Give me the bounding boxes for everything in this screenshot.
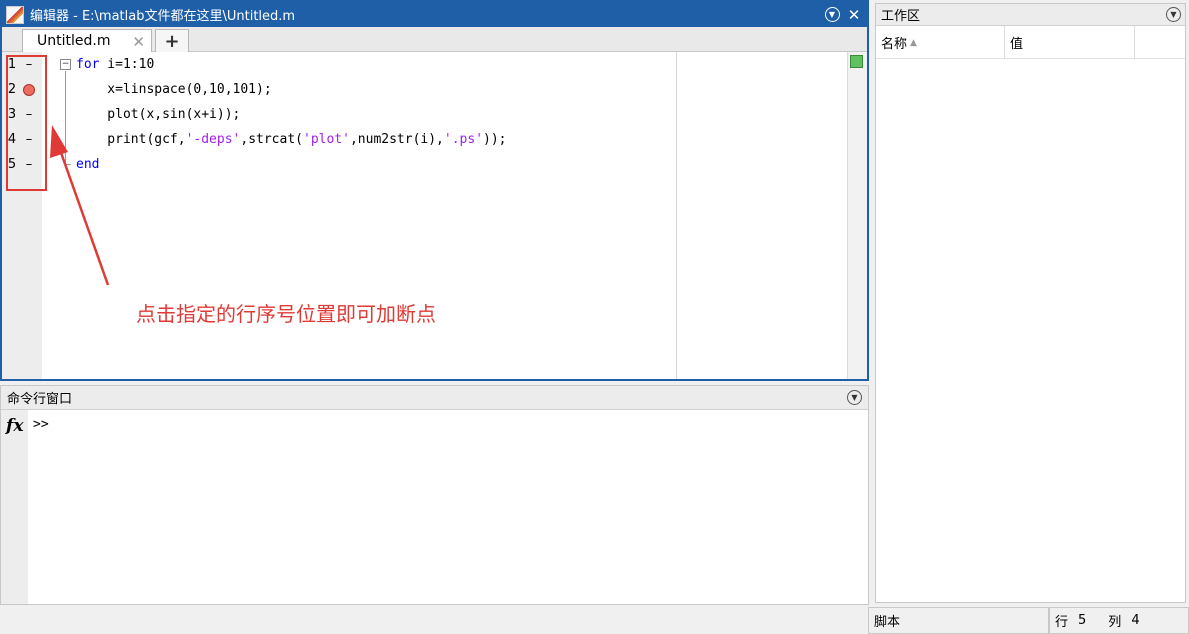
string-literal: 'plot' xyxy=(303,132,350,147)
fx-icon[interactable]: fx xyxy=(6,416,23,436)
editor-tab-bar: Untitled.m ✕ + xyxy=(2,27,867,52)
close-icon[interactable]: ✕ xyxy=(845,6,863,24)
workspace-title: 工作区 xyxy=(881,9,921,24)
add-tab-icon[interactable]: + xyxy=(155,29,189,52)
sort-ascending-icon: ▲ xyxy=(910,37,917,48)
code-text: ,strcat( xyxy=(240,132,303,147)
editor-title: 编辑器 - E:\matlab文件都在这里\Untitled.m xyxy=(30,9,296,24)
editor-title-bar: 编辑器 - E:\matlab文件都在这里\Untitled.m ▼ ✕ xyxy=(2,2,867,27)
code-text: ,num2str(i), xyxy=(349,132,444,147)
command-window-title-bar: 命令行窗口 ▼ xyxy=(1,386,868,410)
status-bar: 脚本 行 5 列 4 xyxy=(868,607,1189,634)
command-prompt[interactable]: >> xyxy=(33,417,49,432)
editor-panel: 编辑器 - E:\matlab文件都在这里\Untitled.m ▼ ✕ Unt… xyxy=(0,0,869,381)
editor-scrollbar[interactable] xyxy=(847,52,867,379)
column-label: 值 xyxy=(1010,37,1024,52)
column-header-extra[interactable] xyxy=(1135,26,1185,59)
command-gutter: fx xyxy=(1,410,28,604)
matlab-editor-icon xyxy=(6,5,24,24)
cursor-position-status: 行 5 列 4 xyxy=(1049,607,1189,634)
tab-close-icon[interactable]: ✕ xyxy=(132,33,145,51)
annotation-text: 点击指定的行序号位置即可加断点 xyxy=(136,302,436,326)
matlab-window: 编辑器 - E:\matlab文件都在这里\Untitled.m ▼ ✕ Unt… xyxy=(0,0,1189,634)
command-window-title: 命令行窗口 xyxy=(7,392,73,407)
column-header-name[interactable]: 名称 ▲ xyxy=(876,26,1005,59)
row-value: 5 xyxy=(1078,613,1087,628)
string-literal: '.ps' xyxy=(443,132,484,147)
right-margin-line xyxy=(676,52,677,379)
row-label: 行 xyxy=(1055,615,1069,630)
col-value: 4 xyxy=(1131,613,1140,628)
code-area[interactable]: 1 – 2 3 – 4 – 5 – − for i=1:10 x=linspac… xyxy=(2,52,867,379)
tab-label: Untitled.m xyxy=(37,33,111,49)
string-literal: '-deps' xyxy=(185,132,241,147)
code-analyzer-status-icon[interactable] xyxy=(850,55,863,68)
panel-menu-icon[interactable]: ▼ xyxy=(847,390,862,405)
panel-menu-button[interactable]: ▼ xyxy=(823,6,841,24)
code-text: )); xyxy=(483,132,507,147)
panel-menu-icon: ▼ xyxy=(824,7,840,22)
workspace-title-bar: 工作区 ▼ xyxy=(876,4,1185,26)
panel-menu-icon[interactable]: ▼ xyxy=(1166,7,1181,22)
workspace-table-header: 名称 ▲ 值 xyxy=(876,26,1185,59)
column-header-value[interactable]: 值 xyxy=(1005,26,1135,59)
command-window: 命令行窗口 ▼ fx >> xyxy=(0,385,869,605)
workspace-panel: 工作区 ▼ 名称 ▲ 值 xyxy=(875,3,1186,603)
file-type-status: 脚本 xyxy=(868,607,1049,634)
annotation-arrow xyxy=(50,125,110,286)
tab-untitled[interactable]: Untitled.m ✕ xyxy=(22,29,152,52)
col-label: 列 xyxy=(1108,615,1122,630)
column-label: 名称 xyxy=(881,37,908,52)
